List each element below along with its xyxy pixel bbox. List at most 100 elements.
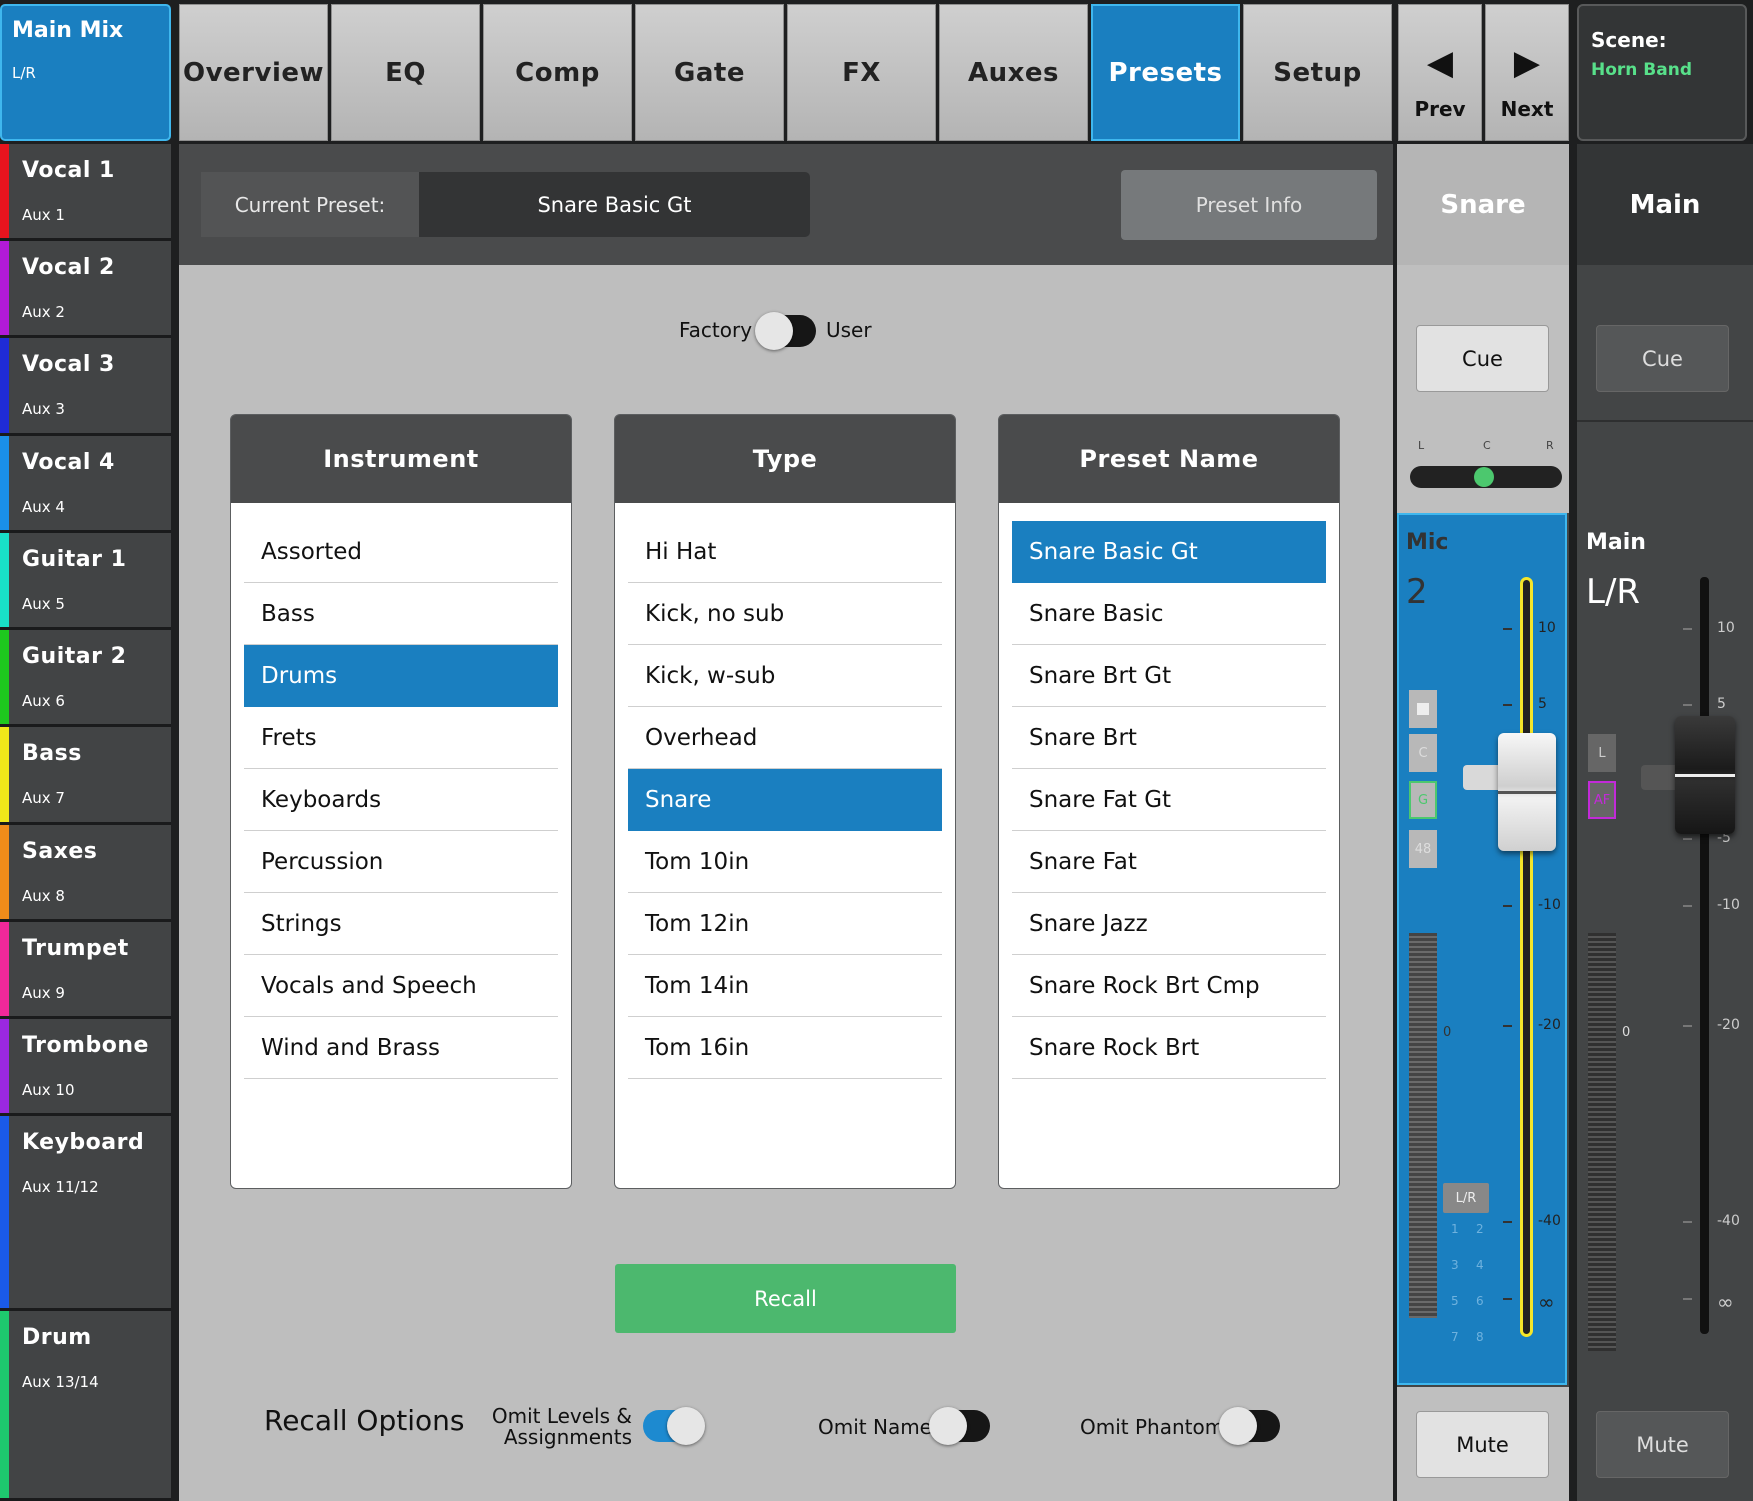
phantom-button[interactable]: 48 <box>1409 830 1437 868</box>
assign-number[interactable]: 8 <box>1476 1330 1484 1344</box>
list-item[interactable]: Tom 12in <box>628 893 942 955</box>
next-label: Next <box>1500 97 1554 121</box>
list-item[interactable]: Snare Rock Brt <box>1012 1017 1326 1079</box>
list-item[interactable]: Tom 14in <box>628 955 942 1017</box>
assign-number[interactable]: 4 <box>1476 1258 1484 1272</box>
sidebar-channel[interactable]: Vocal 3 Aux 3 <box>0 338 171 436</box>
omit-name-toggle[interactable] <box>929 1407 990 1445</box>
list-item[interactable]: Hi Hat <box>628 521 942 583</box>
comp-button[interactable]: C <box>1409 734 1437 772</box>
main-fader-knob[interactable] <box>1675 716 1735 834</box>
list-item[interactable]: Bass <box>244 583 558 645</box>
sidebar-channel[interactable]: Guitar 2 Aux 6 <box>0 630 171 727</box>
list-item[interactable]: Snare Brt Gt <box>1012 645 1326 707</box>
sidebar-channel[interactable]: Guitar 1 Aux 5 <box>0 533 171 630</box>
list-item[interactable]: Tom 16in <box>628 1017 942 1079</box>
channel-cue-button[interactable]: Cue <box>1416 325 1549 392</box>
assign-number[interactable]: 7 <box>1451 1330 1459 1344</box>
main-cue-button[interactable]: Cue <box>1596 325 1729 392</box>
pan-slider[interactable] <box>1410 466 1562 488</box>
assign-number[interactable]: 2 <box>1476 1222 1484 1236</box>
list-item[interactable]: Assorted <box>244 521 558 583</box>
list-item[interactable]: Snare Basic <box>1012 583 1326 645</box>
recall-button[interactable]: Recall <box>615 1264 956 1333</box>
sidebar-channel[interactable]: Vocal 1 Aux 1 <box>0 144 171 241</box>
preset-info-button[interactable]: Preset Info <box>1121 170 1377 240</box>
list-item[interactable]: Frets <box>244 707 558 769</box>
sidebar-channel[interactable]: Trombone Aux 10 <box>0 1019 171 1116</box>
scene-box[interactable]: Scene: Horn Band <box>1577 4 1747 141</box>
main-mute-button[interactable]: Mute <box>1596 1411 1729 1478</box>
fader-tick <box>1503 905 1512 907</box>
channel-fader-knob[interactable] <box>1498 733 1556 851</box>
list-item[interactable]: Snare Basic Gt <box>1012 521 1326 583</box>
sidebar-channel[interactable]: Keyboard Aux 11/12 <box>0 1116 171 1311</box>
tab-eq[interactable]: EQ <box>331 4 480 141</box>
list-item[interactable]: Keyboards <box>244 769 558 831</box>
sidebar-channel[interactable]: Trumpet Aux 9 <box>0 922 171 1019</box>
main-scale-label: -40 <box>1717 1213 1740 1229</box>
list-item[interactable]: Vocals and Speech <box>244 955 558 1017</box>
stop-button[interactable] <box>1409 690 1437 728</box>
main-strip-name: Main <box>1629 190 1701 220</box>
assign-number[interactable]: 1 <box>1451 1222 1459 1236</box>
main-l-button[interactable]: L <box>1588 734 1616 772</box>
tab-fx[interactable]: FX <box>787 4 936 141</box>
main-name-box: Main <box>1577 144 1753 265</box>
preset-name-list: Preset Name Snare Basic Gt Snare Basic Sna… <box>998 414 1340 1189</box>
list-item[interactable]: Snare Brt <box>1012 707 1326 769</box>
pan-knob[interactable] <box>1474 467 1494 487</box>
channel-aux: Aux 13/14 <box>22 1373 99 1391</box>
scene-name: Horn Band <box>1591 60 1693 80</box>
preset-name-header: Preset Name <box>999 415 1339 503</box>
sidebar-channel[interactable]: Saxes Aux 8 <box>0 825 171 922</box>
list-item[interactable]: Snare <box>628 769 942 831</box>
next-button[interactable]: ▶ Next <box>1485 4 1569 141</box>
fader-tick <box>1503 628 1512 630</box>
list-item[interactable]: Kick, no sub <box>628 583 942 645</box>
assign-lr[interactable]: L/R <box>1443 1183 1489 1213</box>
tab-auxes[interactable]: Auxes <box>939 4 1088 141</box>
fader-scale-label: -40 <box>1538 1213 1561 1229</box>
list-item[interactable]: Overhead <box>628 707 942 769</box>
channel-mute-button[interactable]: Mute <box>1416 1411 1549 1478</box>
main-mix-button[interactable]: Main Mix L/R <box>0 4 171 141</box>
sidebar-channel[interactable]: Vocal 2 Aux 2 <box>0 241 171 338</box>
assign-number[interactable]: 6 <box>1476 1294 1484 1308</box>
assign-number[interactable]: 3 <box>1451 1258 1459 1272</box>
channel-color-bar <box>0 630 9 724</box>
gate-button[interactable]: G <box>1409 781 1437 819</box>
channel-color-bar <box>0 144 9 238</box>
list-item[interactable]: Snare Jazz <box>1012 893 1326 955</box>
list-item[interactable]: Tom 10in <box>628 831 942 893</box>
list-item[interactable]: Snare Rock Brt Cmp <box>1012 955 1326 1017</box>
list-item[interactable]: Snare Fat Gt <box>1012 769 1326 831</box>
factory-user-toggle[interactable] <box>755 312 816 350</box>
tab-comp[interactable]: Comp <box>483 4 632 141</box>
assign-number[interactable]: 5 <box>1451 1294 1459 1308</box>
channel-aux: Aux 5 <box>22 595 65 613</box>
main-af-button[interactable]: AF <box>1588 781 1616 819</box>
list-item[interactable]: Percussion <box>244 831 558 893</box>
tab-overview[interactable]: Overview <box>179 4 328 141</box>
list-item[interactable]: Snare Fat <box>1012 831 1326 893</box>
main-scale-label: ∞ <box>1717 1290 1734 1314</box>
current-preset-label: Current Preset: <box>201 172 419 237</box>
main-label: Main <box>1586 530 1646 555</box>
omit-levels-toggle[interactable] <box>643 1407 705 1445</box>
sidebar-channel[interactable]: Bass Aux 7 <box>0 727 171 825</box>
tab-gate[interactable]: Gate <box>635 4 784 141</box>
prev-button[interactable]: ◀ Prev <box>1398 4 1482 141</box>
arrow-left-icon: ◀ <box>1426 43 1454 83</box>
tab-presets[interactable]: Presets <box>1091 4 1240 141</box>
sidebar-channel[interactable]: Drum Aux 13/14 <box>0 1311 171 1501</box>
channel-aux: Aux 7 <box>22 789 65 807</box>
list-item[interactable]: Strings <box>244 893 558 955</box>
list-item[interactable]: Wind and Brass <box>244 1017 558 1079</box>
tab-setup[interactable]: Setup <box>1243 4 1392 141</box>
sidebar-channel[interactable]: Vocal 4 Aux 4 <box>0 436 171 533</box>
fader-tick <box>1503 1025 1512 1027</box>
omit-phantom-toggle[interactable] <box>1219 1407 1280 1445</box>
list-item[interactable]: Drums <box>244 645 558 707</box>
list-item[interactable]: Kick, w-sub <box>628 645 942 707</box>
